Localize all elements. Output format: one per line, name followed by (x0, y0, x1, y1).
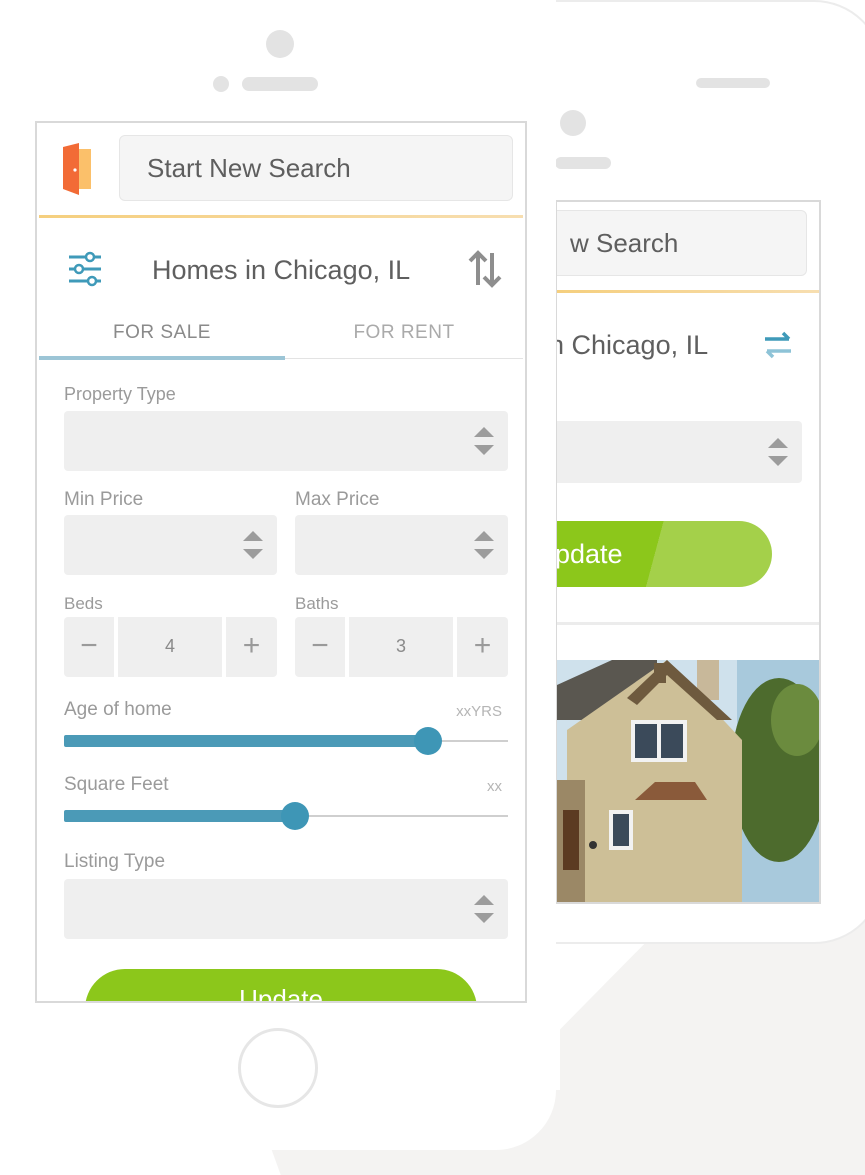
back-header-underline (557, 290, 819, 293)
sliders-icon[interactable] (67, 251, 103, 287)
search-input[interactable]: Start New Search (119, 135, 513, 201)
baths-decrement-button[interactable]: − (295, 617, 345, 677)
front-phone-camera (266, 30, 294, 58)
select-arrows-icon (474, 427, 494, 455)
max-price-label: Max Price (295, 489, 380, 510)
square-feet-value: xx (487, 778, 502, 795)
min-price-label: Min Price (64, 489, 144, 510)
tab-for-sale-label: FOR SALE (113, 322, 211, 343)
update-button[interactable]: Update (85, 969, 477, 1003)
tab-active-indicator (39, 356, 285, 360)
beds-value[interactable]: 4 (118, 617, 222, 677)
baths-label: Baths (295, 594, 339, 613)
select-arrows-icon (768, 438, 788, 466)
front-phone: Start New Search Homes in Chicago, IL FO… (0, 0, 560, 1150)
age-slider-fill (64, 735, 428, 747)
age-of-home-value-text: xxYRS (456, 703, 502, 720)
swap-arrows-icon[interactable] (761, 328, 795, 362)
square-feet-label: Square Feet (64, 774, 169, 795)
max-price-select[interactable] (295, 515, 508, 575)
age-slider-thumb[interactable] (414, 727, 442, 755)
back-divider (557, 622, 819, 625)
min-price-select[interactable] (64, 515, 277, 575)
home-button[interactable] (238, 1028, 318, 1108)
back-search-input[interactable]: w Search (557, 210, 807, 276)
select-arrows-icon (243, 531, 263, 559)
sqft-slider-fill (64, 810, 295, 822)
sort-arrows-icon[interactable] (467, 249, 503, 289)
front-phone-screen: Start New Search Homes in Chicago, IL FO… (35, 121, 527, 1003)
age-of-home-label: Age of home (64, 699, 172, 720)
property-type-select[interactable] (64, 411, 508, 471)
beds-decrement-button[interactable]: − (64, 617, 114, 677)
baths-value[interactable]: 3 (349, 617, 453, 677)
back-update-button[interactable]: pdate (555, 521, 772, 587)
door-logo-icon[interactable] (61, 143, 93, 195)
results-title: Homes in Chicago, IL (152, 255, 411, 285)
back-phone-top-pill (696, 78, 770, 88)
front-phone-sensor (213, 76, 229, 92)
age-of-home-value: xxYRS (456, 703, 502, 720)
tab-for-rent-label: FOR RENT (353, 322, 455, 343)
square-feet-value-text: xx (487, 778, 502, 795)
listing-type-label: Listing Type (64, 851, 166, 872)
house-photo (557, 660, 819, 902)
back-update-label: pdate (555, 539, 623, 569)
back-search-label: w Search (570, 228, 679, 258)
property-type-label: Property Type (64, 384, 176, 404)
back-results-title: n Chicago, IL (555, 330, 709, 360)
update-label: Update (239, 984, 323, 1003)
front-phone-speaker (242, 77, 318, 91)
select-arrows-icon (474, 895, 494, 923)
tab-for-rent[interactable]: FOR RENT (285, 313, 523, 361)
back-phone-screen: w Search n Chicago, IL pdate (555, 200, 821, 904)
sqft-slider-thumb[interactable] (281, 802, 309, 830)
listing-type-select[interactable] (64, 879, 508, 939)
back-phone-camera (560, 110, 586, 136)
beds-increment-button[interactable]: + (226, 617, 277, 677)
beds-label: Beds (64, 594, 103, 613)
baths-increment-button[interactable]: + (457, 617, 508, 677)
select-arrows-icon (474, 531, 494, 559)
search-label: Start New Search (147, 153, 351, 183)
header-underline (39, 215, 523, 218)
back-property-select[interactable] (557, 421, 802, 483)
tab-for-sale[interactable]: FOR SALE (39, 313, 285, 361)
back-phone-speaker (555, 157, 611, 169)
